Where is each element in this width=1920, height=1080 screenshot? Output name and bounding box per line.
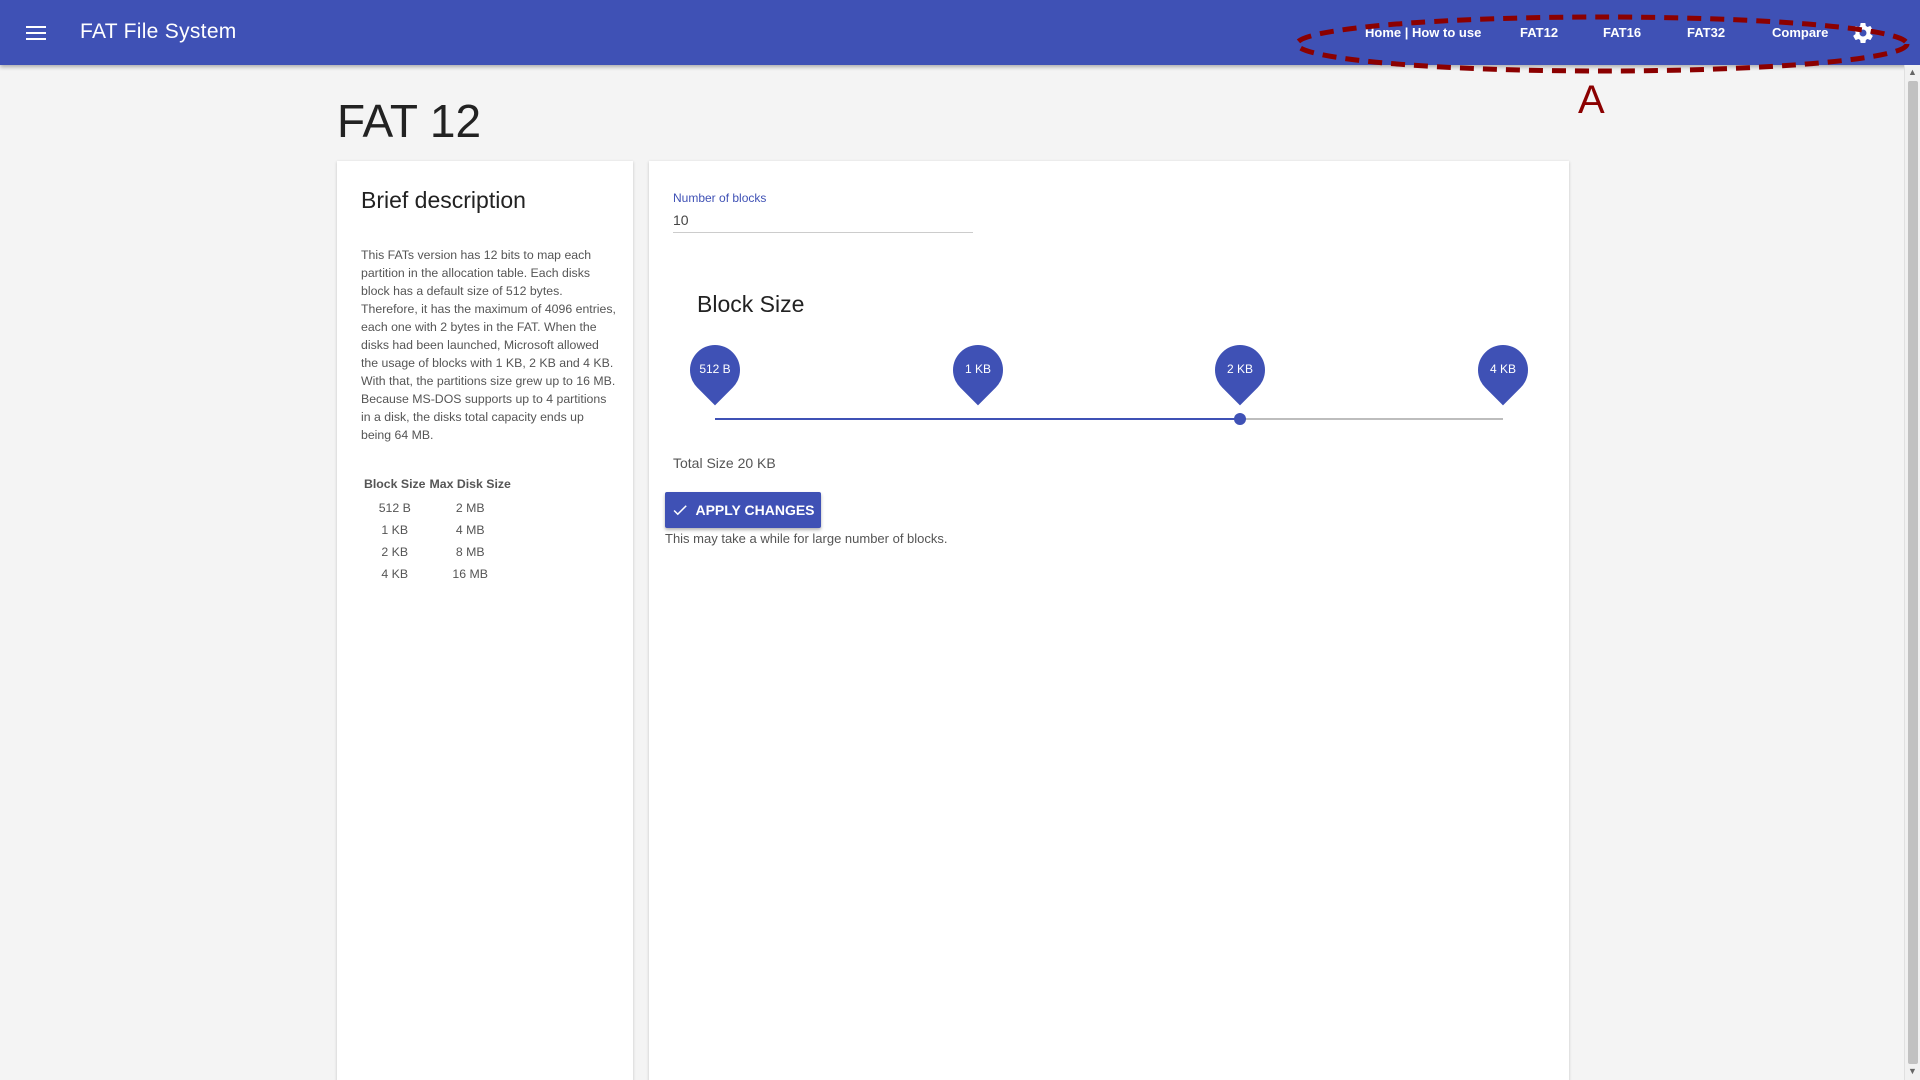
slider-pin-label: 512 B — [699, 362, 731, 376]
menu-icon[interactable] — [22, 20, 50, 46]
table-cell: 8 MB — [455, 545, 485, 559]
table-cell: 512 B — [378, 501, 411, 515]
block-size-heading: Block Size — [697, 291, 805, 317]
table-header-row: Block Size Max Disk Size — [362, 477, 513, 497]
page-title: FAT 12 — [337, 95, 482, 147]
table-row: 1 KB 4 MB — [362, 519, 513, 541]
nav-compare[interactable]: Compare — [1772, 25, 1828, 40]
nav-fat32[interactable]: FAT32 — [1687, 25, 1725, 40]
nav-fat12[interactable]: FAT12 — [1520, 25, 1558, 40]
apply-changes-button[interactable]: APPLY CHANGES — [665, 492, 821, 528]
table-cell: 16 MB — [452, 567, 488, 581]
gear-icon[interactable] — [1851, 21, 1875, 45]
table-header-max-disk-size: Max Disk Size — [429, 477, 511, 491]
table-cell: 2 MB — [455, 501, 485, 515]
check-icon — [674, 505, 688, 516]
slider-pin-label: 1 KB — [964, 362, 991, 376]
number-of-blocks-input[interactable] — [673, 207, 973, 233]
table-row: 2 KB 8 MB — [362, 541, 513, 563]
table-row: 512 B 2 MB — [362, 497, 513, 519]
scroll-thumb[interactable] — [1908, 81, 1918, 1064]
description-heading: Brief description — [361, 187, 526, 213]
table-cell: 1 KB — [381, 523, 409, 537]
slider-track-fill — [715, 418, 1240, 420]
slider-pin-label: 2 KB — [1226, 362, 1253, 376]
scroll-up-icon[interactable]: ▲ — [1908, 67, 1917, 77]
table-cell: 4 MB — [455, 523, 485, 537]
settings-card: Number of blocks Block Size 512 B 1 KB 2… — [649, 161, 1569, 1080]
slider-thumb[interactable] — [1234, 413, 1246, 425]
nav-home-how-to-use[interactable]: Home | How to use — [1365, 25, 1481, 40]
description-text: This FATs version has 12 bits to map eac… — [361, 248, 616, 442]
table-cell: 4 KB — [381, 567, 409, 581]
table-header-block-size: Block Size — [364, 477, 426, 491]
apply-button-label: APPLY CHANGES — [695, 502, 815, 518]
app-title: FAT File System — [80, 20, 237, 43]
total-size: Total Size 20 KB — [673, 455, 776, 471]
blocks-field-label: Number of blocks — [673, 191, 767, 205]
table-cell: 2 KB — [381, 545, 409, 559]
annotation-label: A — [1578, 78, 1605, 122]
scroll-down-icon[interactable]: ▼ — [1908, 1066, 1917, 1076]
page-scrollbar[interactable]: ▲ ▼ — [1904, 65, 1920, 1080]
block-size-table: Block Size Max Disk Size 512 B 2 MB 1 KB… — [362, 477, 513, 585]
page: FAT File System Home | How to use FAT12 … — [0, 0, 1920, 1080]
table-row: 4 KB 16 MB — [362, 563, 513, 585]
apply-hint: This may take a while for large number o… — [665, 531, 948, 546]
top-toolbar: FAT File System Home | How to use FAT12 … — [0, 0, 1920, 65]
nav-fat16[interactable]: FAT16 — [1603, 25, 1641, 40]
description-card: Brief description This FATs version has … — [337, 161, 633, 1080]
slider-pin-label: 4 KB — [1489, 362, 1516, 376]
